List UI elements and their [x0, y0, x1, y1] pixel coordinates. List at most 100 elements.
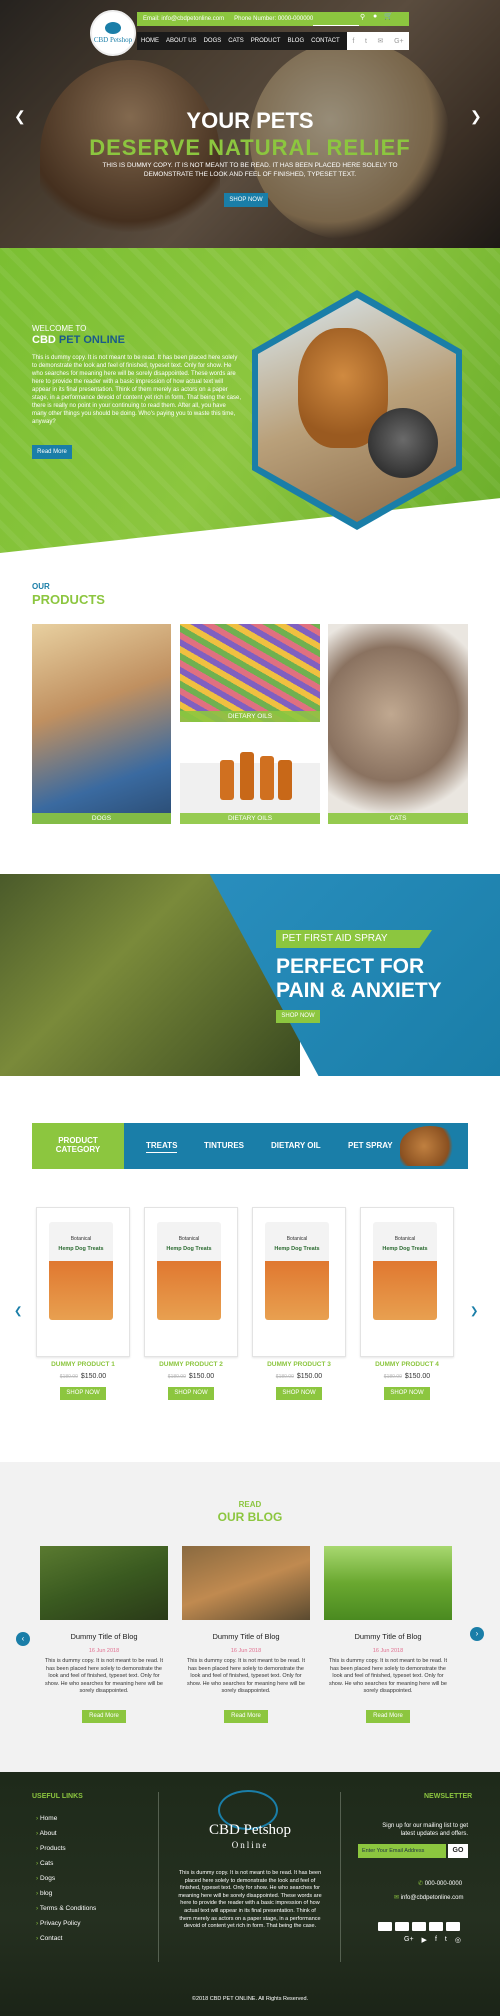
blog-post-date: 16 Jun 2018 [230, 1648, 262, 1654]
tab-treats[interactable]: TREATS [146, 1141, 178, 1153]
tab-pet-spray[interactable]: PET SPRAY [348, 1141, 393, 1150]
blog-post-title[interactable]: Dummy Title of Blog [324, 1632, 452, 1641]
mail-icon[interactable]: ✉ [378, 37, 384, 45]
product-shop-now-button[interactable]: SHOP NOW [276, 1387, 322, 1400]
contact-topbar: Email: info@cbdpetonline.com Phone Numbe… [137, 12, 409, 26]
footer-link-products[interactable]: Products [36, 1841, 96, 1856]
footer-link-cats[interactable]: Cats [36, 1856, 96, 1871]
blog-post-title[interactable]: Dummy Title of Blog [182, 1632, 310, 1641]
product-old-price: $180.00 [167, 1374, 186, 1380]
nav-cats[interactable]: CATS [228, 38, 244, 44]
nav-dogs[interactable]: DOGS [204, 38, 222, 44]
search-input[interactable] [313, 12, 359, 26]
product-tile-dogs[interactable]: DOGS [32, 624, 171, 824]
product-price: $180.00 $150.00 [275, 1373, 323, 1380]
blog-next-arrow-icon[interactable]: › [470, 1627, 484, 1641]
facebook-icon[interactable]: f [352, 38, 354, 45]
footer-logo-text[interactable]: CBD Petshop [170, 1822, 330, 1839]
blog-image[interactable] [182, 1546, 310, 1620]
welcome-title-pet-online: PET ONLINE [58, 334, 125, 346]
blog-post-date: 16 Jun 2018 [372, 1648, 404, 1654]
google-plus-icon[interactable]: G+ [394, 38, 404, 45]
products-prev-arrow-icon[interactable]: ❮ [14, 1306, 22, 1317]
blog-post-date: 16 Jun 2018 [88, 1648, 120, 1654]
blog-prev-arrow-icon[interactable]: ‹ [16, 1632, 30, 1646]
search-icon[interactable]: ⚲ [360, 13, 365, 21]
phone-icon: ✆ [418, 1881, 425, 1887]
welcome-small-heading: WELCOME TO [32, 324, 87, 333]
youtube-icon[interactable]: ▶ [422, 1936, 427, 1944]
tile-label-dietary-oils-2: DIETARY OILS [180, 813, 320, 824]
product-tile-treats[interactable]: DIETARY OILS [180, 624, 320, 722]
mail-icon: ✉ [394, 1895, 401, 1901]
facebook-icon[interactable]: f [435, 1936, 437, 1944]
newsletter-email-input[interactable]: Enter Your Email Address [358, 1844, 446, 1858]
products-next-arrow-icon[interactable]: ❯ [470, 1306, 478, 1317]
product-pack-image: Botanical Hemp Dog Treats [49, 1222, 113, 1320]
footer-link-home[interactable]: Home [36, 1811, 96, 1826]
blog-read-more-button[interactable]: Read More [82, 1710, 126, 1723]
product-shop-now-button[interactable]: SHOP NOW [60, 1387, 106, 1400]
google-plus-icon[interactable]: G+ [404, 1936, 414, 1944]
instagram-icon[interactable]: ◎ [455, 1936, 461, 1944]
product-shop-now-button[interactable]: SHOP NOW [168, 1387, 214, 1400]
nav-about-us[interactable]: ABOUT US [166, 38, 197, 44]
footer-link-blog[interactable]: blog [36, 1886, 96, 1901]
hero-shop-now-button[interactable]: SHOP NOW [224, 193, 268, 207]
promo-shop-now-button[interactable]: SHOP NOW [276, 1010, 320, 1023]
footer-link-dogs[interactable]: Dogs [36, 1871, 96, 1886]
footer-link-privacy[interactable]: Privacy Policy [36, 1916, 96, 1931]
product-card[interactable]: Botanical Hemp Dog Treats [144, 1207, 238, 1357]
product-tile-cats[interactable]: CATS [328, 624, 468, 824]
footer-link-about[interactable]: About [36, 1826, 96, 1841]
product-tile-oil-bottles[interactable]: DIETARY OILS [180, 730, 320, 824]
footer-email[interactable]: ✉ info@cbdpetonline.com [394, 1894, 464, 1901]
welcome-text: This is dummy copy. It is not meant to b… [32, 355, 242, 425]
useful-links-list: Home About Products Cats Dogs blog Terms… [36, 1811, 97, 1946]
product-card[interactable]: Botanical Hemp Dog Treats [252, 1207, 346, 1357]
amex-icon [429, 1922, 443, 1931]
blog-image[interactable] [324, 1546, 452, 1620]
tab-dietary-oil[interactable]: DIETARY OIL [271, 1141, 321, 1150]
blog-post-title[interactable]: Dummy Title of Blog [40, 1632, 168, 1641]
nav-blog[interactable]: BLOG [287, 38, 304, 44]
category-pets-image [400, 1126, 460, 1166]
topbar-phone[interactable]: Phone Number: 0000-000000 [234, 16, 313, 22]
topbar-email[interactable]: Email: info@cbdpetonline.com [143, 16, 224, 22]
twitter-icon[interactable]: t [365, 38, 367, 45]
product-shop-now-button[interactable]: SHOP NOW [384, 1387, 430, 1400]
blog-read-more-button[interactable]: Read More [366, 1710, 410, 1723]
user-icon[interactable]: ● [373, 13, 377, 20]
newsletter-go-button[interactable]: GO [448, 1844, 468, 1858]
nav-contact[interactable]: CONTACT [311, 38, 340, 44]
welcome-read-more-button[interactable]: Read More [32, 445, 72, 459]
nav-home[interactable]: HOME [141, 38, 159, 44]
footer-phone[interactable]: ✆ 000-000-0000 [418, 1880, 462, 1887]
paw-logo-icon [105, 22, 121, 34]
products-title: PRODUCTS [32, 592, 105, 607]
blog-post-text: This is dummy copy. It is not meant to b… [44, 1658, 164, 1694]
cart-icon[interactable]: 🛒 [384, 12, 393, 20]
hero-subtitle-heading: DESERVE NATURAL RELIEF [89, 135, 411, 160]
footer-link-contact[interactable]: Contact [36, 1931, 96, 1946]
product-title[interactable]: DUMMY PRODUCT 1 [36, 1361, 130, 1368]
twitter-icon[interactable]: t [445, 1936, 447, 1944]
blog-read-more-button[interactable]: Read More [224, 1710, 268, 1723]
product-card[interactable]: Botanical Hemp Dog Treats [360, 1207, 454, 1357]
product-title[interactable]: DUMMY PRODUCT 2 [144, 1361, 238, 1368]
blog-image[interactable] [40, 1546, 168, 1620]
tab-tintures[interactable]: TINTURES [204, 1141, 244, 1150]
product-old-price: $180.00 [59, 1374, 78, 1380]
site-logo[interactable]: CBD Petshop [90, 10, 136, 56]
main-nav: HOME ABOUT US DOGS CATS PRODUCT BLOG CON… [137, 32, 347, 50]
newsletter-title: NEWSLETTER [424, 1793, 473, 1800]
pack-name: Hemp Dog Treats [166, 1246, 212, 1252]
product-title[interactable]: DUMMY PRODUCT 4 [360, 1361, 454, 1368]
product-card[interactable]: Botanical Hemp Dog Treats [36, 1207, 130, 1357]
footer-about-text: This is dummy copy. It is not meant to b… [178, 1870, 322, 1930]
product-title[interactable]: DUMMY PRODUCT 3 [252, 1361, 346, 1368]
footer-link-terms[interactable]: Terms & Conditions [36, 1901, 96, 1916]
nav-product[interactable]: PRODUCT [251, 38, 281, 44]
product-category-label: PRODUCT CATEGORY [32, 1123, 124, 1169]
tile-label-dogs: DOGS [32, 813, 171, 824]
